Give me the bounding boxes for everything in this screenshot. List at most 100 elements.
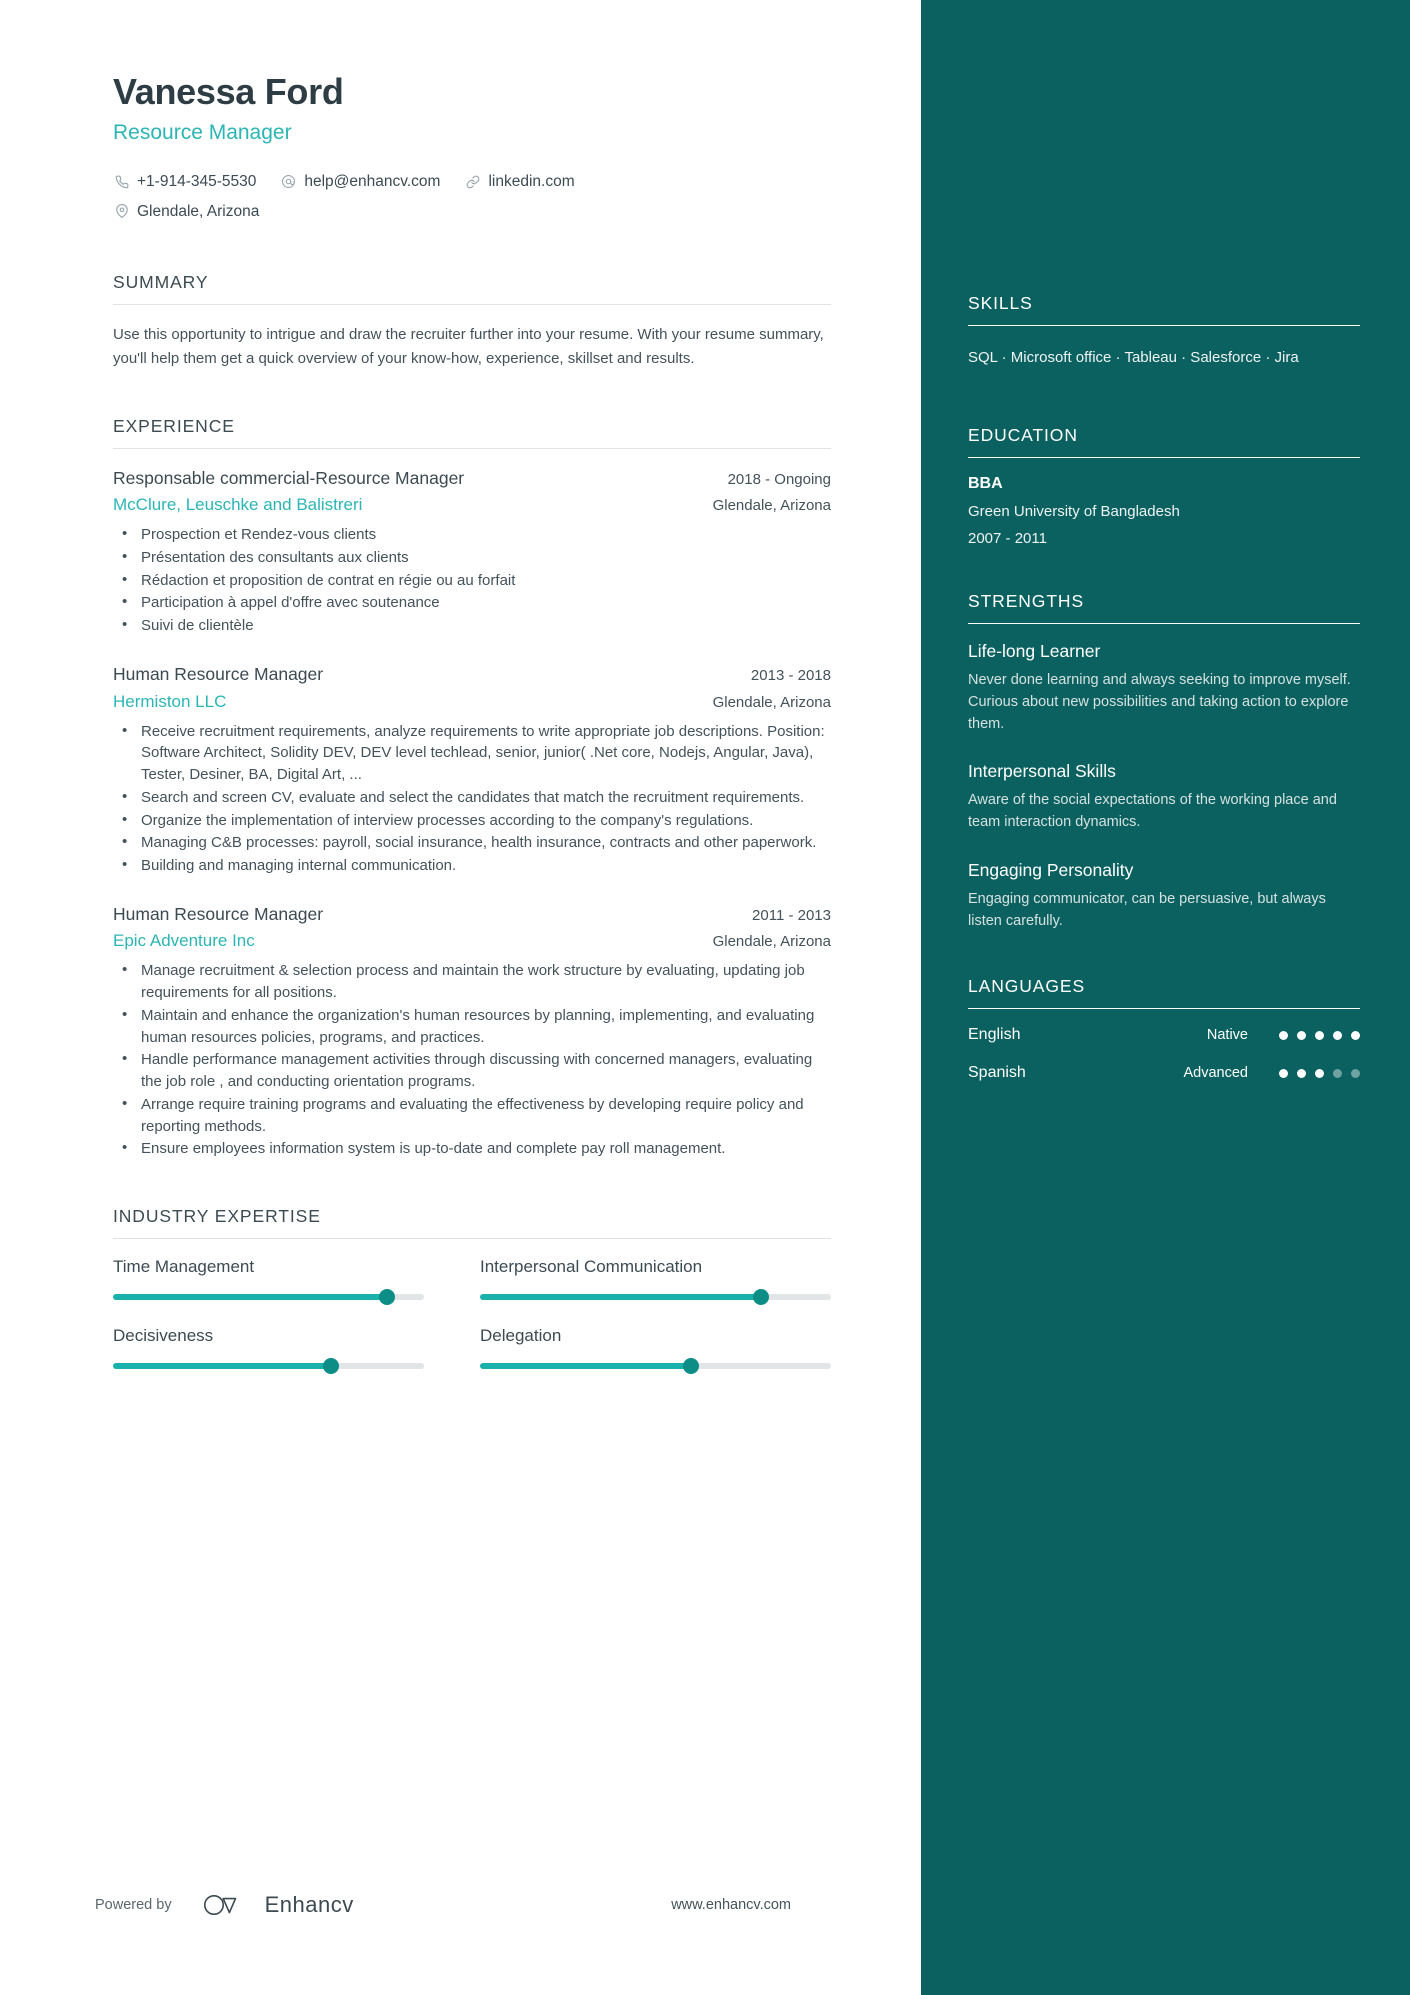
contact-email[interactable]: help@enhancv.com: [280, 167, 440, 196]
expertise-slider-track[interactable]: [480, 1290, 831, 1305]
expertise-slider-knob[interactable]: [753, 1290, 768, 1305]
summary-section: SUMMARY Use this opportunity to intrigue…: [113, 272, 831, 372]
proficiency-dot-filled: [1315, 1030, 1324, 1040]
expertise-slider-fill: [480, 1363, 691, 1370]
language-row: Spanish Advanced: [968, 1064, 1360, 1082]
skills-heading: SKILLS: [968, 293, 1360, 326]
proficiency-dot-filled: [1279, 1030, 1288, 1040]
enhancv-url: www.enhancv.com: [671, 1897, 791, 1913]
expertise-slider-track[interactable]: [113, 1359, 424, 1374]
experience-entry-header: Human Resource Manager 2013 - 2018: [113, 663, 831, 687]
contact-line-primary: +1-914-345-5530 help@enhancv.com linkedi…: [113, 167, 831, 196]
skills-list: SQL · Microsoft office · Tableau · Sales…: [968, 349, 1299, 366]
proficiency-dot-filled: [1297, 1030, 1306, 1040]
expertise-item: Delegation: [472, 1326, 831, 1374]
sidebar-education-section: EDUCATION BBA Green University of Bangla…: [968, 425, 1360, 547]
experience-bullet: Suivi de clientèle: [113, 614, 831, 637]
summary-heading: SUMMARY: [113, 272, 831, 306]
experience-company[interactable]: McClure, Leuschke and Balistreri: [113, 494, 362, 517]
page-footer: Powered by Enhancv www.enhancv.com: [95, 1892, 831, 1918]
expertise-slider-knob[interactable]: [323, 1359, 338, 1374]
experience-entry: Human Resource Manager 2013 - 2018 Hermist…: [113, 663, 831, 877]
location-pin-icon: [113, 203, 130, 220]
experience-bullet: Manage recruitment & selection process a…: [113, 959, 831, 1004]
contact-linkedin[interactable]: linkedin.com: [464, 167, 575, 196]
experience-entry-subheader: Epic Adventure Inc Glendale, Arizona: [113, 930, 831, 953]
link-icon: [464, 173, 481, 190]
expertise-label: Decisiveness: [113, 1326, 214, 1346]
experience-dates: 2011 - 2013: [752, 906, 831, 924]
education-heading: EDUCATION: [968, 425, 1360, 458]
experience-bullet: Search and screen CV, evaluate and selec…: [113, 786, 831, 809]
expertise-slider-track[interactable]: [480, 1359, 831, 1374]
resume-page: Vanessa Ford Resource Manager +1-914-345…: [0, 0, 1410, 1995]
experience-bullet: Receive recruitment requirements, analyz…: [113, 720, 831, 786]
summary-text: Use this opportunity to intrigue and dra…: [113, 326, 824, 368]
experience-section: EXPERIENCE Responsable commercial-Resour…: [113, 416, 831, 1160]
expertise-slider-fill: [113, 1363, 331, 1370]
experience-dates: 2018 - Ongoing: [727, 470, 831, 488]
experience-bullet: Participation à appel d'offre avec soute…: [113, 591, 831, 614]
experience-entry: Responsable commercial-Resource Manager 2…: [113, 467, 831, 637]
experience-location: Glendale, Arizona: [712, 933, 831, 951]
language-row: English Native: [968, 1026, 1360, 1044]
experience-heading: EXPERIENCE: [113, 416, 831, 449]
strengths-heading: STRENGTHS: [968, 591, 1360, 624]
experience-entry-header: Responsable commercial-Resource Manager 2…: [113, 467, 831, 491]
candidate-name: Vanessa Ford: [113, 71, 344, 112]
experience-bullet: Ensure employees information system is u…: [113, 1137, 831, 1160]
expertise-slider-fill: [113, 1294, 387, 1301]
contact-line-secondary: Glendale, Arizona: [113, 197, 831, 226]
expertise-slider-knob[interactable]: [683, 1359, 698, 1374]
strength-title: Interpersonal Skills: [968, 761, 1116, 782]
expertise-grid: Time Management Interpersonal Communicati…: [113, 1257, 831, 1395]
experience-bullet-list: Receive recruitment requirements, analyz…: [113, 720, 831, 877]
experience-bullet: Organize the implementation of interview…: [113, 809, 831, 832]
email-icon: [280, 173, 297, 190]
industry-expertise-section: INDUSTRY EXPERTISE Time Management Interp…: [113, 1206, 831, 1395]
experience-entry-subheader: Hermiston LLC Glendale, Arizona: [113, 691, 831, 714]
experience-entry-subheader: McClure, Leuschke and Balistreri Glendale…: [113, 494, 831, 517]
experience-role: Human Resource Manager: [113, 903, 324, 924]
sidebar-languages-section: LANGUAGES English Native Spanish Advanced: [968, 976, 1360, 1082]
experience-bullet: Arrange require training programs and ev…: [113, 1093, 831, 1138]
enhancv-brand-name: Enhancv: [264, 1892, 354, 1917]
experience-company[interactable]: Epic Adventure Inc: [113, 930, 255, 953]
experience-location: Glendale, Arizona: [712, 693, 831, 711]
proficiency-dot-filled: [1315, 1068, 1324, 1078]
strength-item: Interpersonal Skills Aware of the social …: [968, 761, 1360, 834]
proficiency-dot-filled: [1333, 1030, 1342, 1040]
proficiency-dot-empty: [1333, 1068, 1342, 1078]
expertise-item: Time Management: [113, 1257, 472, 1305]
experience-company[interactable]: Hermiston LLC: [113, 691, 226, 714]
education-school: Green University of Bangladesh: [968, 503, 1180, 520]
strength-description: Never done learning and always seeking t…: [968, 672, 1351, 732]
languages-heading: LANGUAGES: [968, 976, 1360, 1010]
strength-description: Aware of the social expectations of the …: [968, 792, 1337, 830]
expertise-item: Interpersonal Communication: [472, 1257, 831, 1305]
expertise-slider-knob[interactable]: [379, 1290, 394, 1305]
strength-title: Life-long Learner: [968, 641, 1101, 661]
contact-details: +1-914-345-5530 help@enhancv.com linkedi…: [113, 167, 831, 226]
language-level: Advanced: [1183, 1065, 1249, 1082]
sidebar-strengths-section: STRENGTHS Life-long Learner Never done le…: [968, 591, 1360, 932]
proficiency-dot-empty: [1351, 1068, 1360, 1078]
experience-bullet: Rédaction et proposition de contrat en r…: [113, 569, 831, 592]
expertise-slider-track[interactable]: [113, 1290, 424, 1305]
strength-item: Life-long Learner Never done learning and…: [968, 641, 1360, 735]
experience-dates: 2013 - 2018: [750, 666, 831, 684]
experience-list: Responsable commercial-Resource Manager 2…: [113, 467, 831, 1160]
strengths-list: Life-long Learner Never done learning and…: [968, 641, 1360, 932]
language-proficiency-dots: [1270, 1068, 1360, 1078]
experience-bullet: Handle performance management activities…: [113, 1048, 831, 1093]
experience-role: Human Resource Manager: [113, 663, 324, 684]
contact-phone-text: +1-914-345-5530: [137, 173, 257, 191]
education-degree: BBA: [968, 475, 1003, 492]
experience-bullet: Building and managing internal communica…: [113, 854, 831, 877]
contact-phone[interactable]: +1-914-345-5530: [113, 167, 256, 196]
expertise-label: Time Management: [113, 1257, 255, 1277]
education-dates: 2007 - 2011: [968, 530, 1047, 547]
